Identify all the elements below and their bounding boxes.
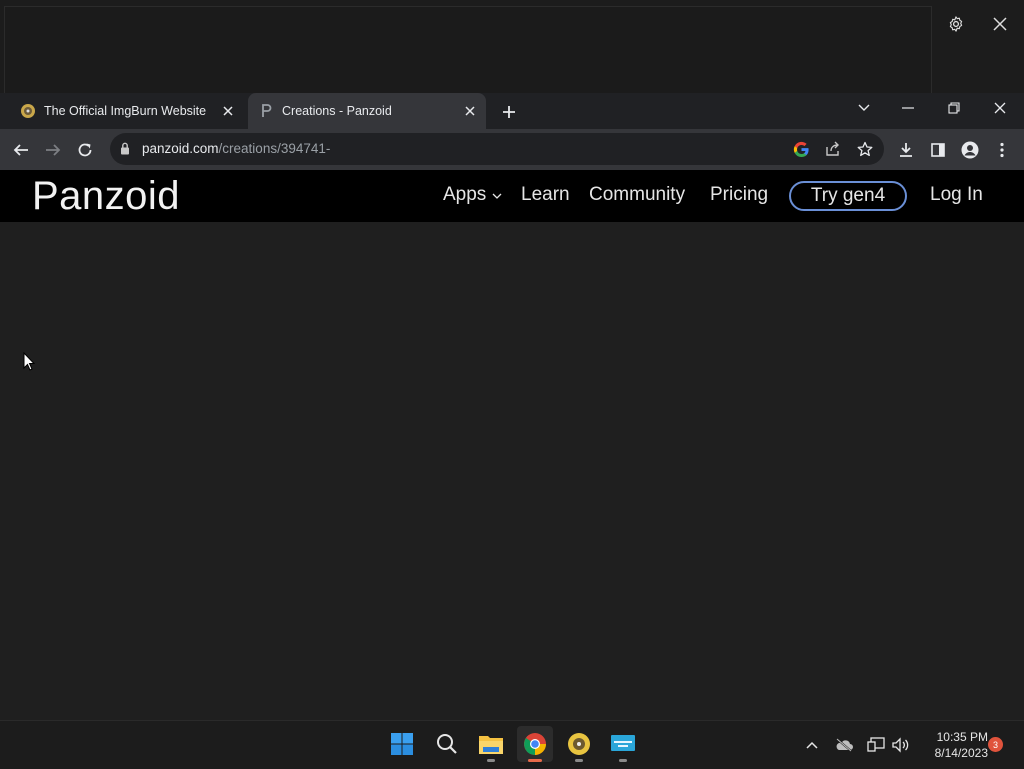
- overlay-window: [0, 0, 1024, 94]
- try-gen4-button[interactable]: Try gen4: [789, 181, 907, 211]
- back-arrow-icon[interactable]: [8, 137, 34, 163]
- onedrive-offline-icon[interactable]: [834, 735, 854, 755]
- start-icon[interactable]: [384, 726, 420, 762]
- share-icon[interactable]: [822, 139, 844, 159]
- overlay-close-icon[interactable]: [988, 12, 1012, 36]
- running-indicator: [619, 759, 627, 762]
- site-header: Panzoid Apps Learn Community Pricing Try…: [0, 170, 1024, 222]
- show-hidden-icons-chevron-up-icon[interactable]: [802, 735, 822, 755]
- tab-imgburn[interactable]: The Official ImgBurn Website: [10, 93, 244, 129]
- remote-desktop-icon[interactable]: [605, 726, 641, 762]
- url-host: panzoid.com: [142, 141, 219, 156]
- download-icon[interactable]: [893, 137, 919, 163]
- page-content: [0, 222, 1024, 720]
- tab-panzoid[interactable]: Creations - Panzoid: [248, 93, 486, 129]
- new-tab-plus-icon[interactable]: [498, 101, 520, 123]
- panzoid-logo[interactable]: Panzoid: [32, 174, 180, 219]
- file-explorer-icon[interactable]: [473, 726, 509, 762]
- forward-arrow-icon[interactable]: [40, 137, 66, 163]
- side-panel-icon[interactable]: [925, 137, 951, 163]
- panzoid-p-icon: [258, 103, 274, 119]
- overlay-content: [4, 6, 932, 94]
- url-path: /creations/394741-: [218, 141, 331, 156]
- nav-learn[interactable]: Learn: [521, 184, 570, 206]
- tab-title: Creations - Panzoid: [282, 104, 392, 118]
- reload-icon[interactable]: [72, 137, 98, 163]
- search-icon[interactable]: [429, 726, 465, 762]
- google-lens-g-icon[interactable]: [790, 139, 812, 159]
- chrome-icon[interactable]: [517, 726, 553, 762]
- nav-community[interactable]: Community: [589, 184, 685, 206]
- profile-avatar-icon[interactable]: [957, 137, 983, 163]
- restore-icon[interactable]: [932, 93, 976, 123]
- nav-pricing[interactable]: Pricing: [710, 184, 768, 206]
- imgburn-icon[interactable]: [561, 726, 597, 762]
- settings-gear-icon[interactable]: [944, 12, 968, 36]
- nav-apps[interactable]: Apps: [443, 184, 502, 206]
- tab-search-chevron-down-icon[interactable]: [842, 93, 886, 123]
- login-link[interactable]: Log In: [930, 184, 983, 206]
- nav-apps-label: Apps: [443, 184, 487, 205]
- clock-date: 8/14/2023: [934, 746, 988, 760]
- network-icon[interactable]: [866, 735, 886, 755]
- clock[interactable]: 10:35 PM 8/14/2023: [918, 729, 988, 761]
- running-indicator: [575, 759, 583, 762]
- tab-close-icon[interactable]: [218, 101, 238, 121]
- notification-badge[interactable]: 3: [988, 737, 1003, 752]
- running-indicator: [528, 759, 542, 762]
- running-indicator: [487, 759, 495, 762]
- browser-toolbar: panzoid.com/creations/394741-: [0, 129, 1024, 170]
- minimize-icon[interactable]: [886, 93, 930, 123]
- kebab-menu-icon[interactable]: [989, 137, 1015, 163]
- bookmark-star-icon[interactable]: [854, 139, 876, 159]
- lock-icon: [120, 142, 130, 160]
- url-text: panzoid.com/creations/394741-: [142, 141, 330, 156]
- windows-taskbar: 10:35 PM 8/14/2023 3: [0, 720, 1024, 769]
- tab-close-icon[interactable]: [460, 101, 480, 121]
- window-close-icon[interactable]: [978, 93, 1022, 123]
- tab-title: The Official ImgBurn Website: [44, 104, 207, 118]
- chevron-down-icon: [492, 184, 502, 205]
- clock-time: 10:35 PM: [936, 730, 988, 744]
- address-bar[interactable]: panzoid.com/creations/394741-: [110, 133, 884, 165]
- imgburn-disc-icon: [20, 103, 36, 119]
- mouse-cursor-icon: [23, 351, 36, 376]
- volume-icon[interactable]: [890, 735, 910, 755]
